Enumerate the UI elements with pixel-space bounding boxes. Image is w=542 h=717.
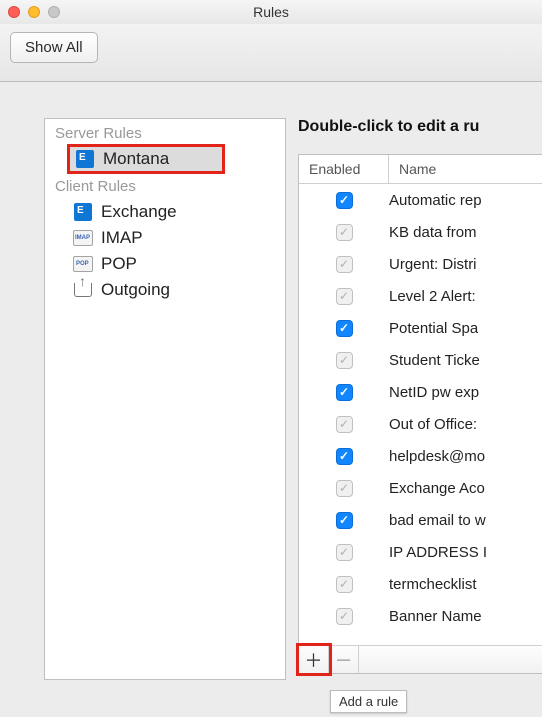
rule-name: termchecklist bbox=[389, 576, 477, 593]
rule-enabled-checkbox[interactable] bbox=[336, 352, 353, 369]
rule-name: KB data from bbox=[389, 224, 477, 241]
rule-name: Banner Name bbox=[389, 608, 482, 625]
rule-enabled-checkbox[interactable] bbox=[336, 480, 353, 497]
rule-enabled-checkbox[interactable] bbox=[336, 256, 353, 273]
rule-enabled-checkbox[interactable] bbox=[336, 416, 353, 433]
rule-row[interactable]: termchecklist bbox=[299, 568, 542, 600]
rule-name: NetID pw exp bbox=[389, 384, 479, 401]
exchange-icon bbox=[75, 149, 95, 169]
sidebar-section-client: Client Rules bbox=[45, 172, 285, 199]
window-title: Rules bbox=[253, 4, 289, 20]
rule-enabled-checkbox[interactable] bbox=[336, 320, 353, 337]
rule-enabled-checkbox[interactable] bbox=[336, 384, 353, 401]
sidebar-item-montana[interactable]: Montana bbox=[69, 146, 223, 172]
rule-enabled-checkbox[interactable] bbox=[336, 544, 353, 561]
rule-row[interactable]: Urgent: Distri bbox=[299, 248, 542, 280]
sidebar-item-label: Outgoing bbox=[101, 280, 170, 300]
pop-icon bbox=[73, 254, 93, 274]
rule-row[interactable]: IP ADDRESS I bbox=[299, 536, 542, 568]
tooltip-add-rule: Add a rule bbox=[330, 690, 407, 713]
rule-enabled-checkbox[interactable] bbox=[336, 448, 353, 465]
rule-row[interactable]: Student Ticke bbox=[299, 344, 542, 376]
rule-name: Level 2 Alert: bbox=[389, 288, 476, 305]
sidebar-item-label: Montana bbox=[103, 149, 169, 169]
toolbar: Show All bbox=[0, 24, 542, 82]
exchange-icon bbox=[73, 202, 93, 222]
rule-row[interactable]: NetID pw exp bbox=[299, 376, 542, 408]
rule-enabled-checkbox[interactable] bbox=[336, 608, 353, 625]
rule-enabled-checkbox[interactable] bbox=[336, 512, 353, 529]
sidebar-item-label: Exchange bbox=[101, 202, 177, 222]
sidebar-item-outgoing[interactable]: Outgoing bbox=[45, 277, 285, 303]
rules-pane: Double-click to edit a ru Enabled Name A… bbox=[298, 118, 542, 680]
highlight-montana: Montana bbox=[69, 146, 223, 172]
rule-row[interactable]: Level 2 Alert: bbox=[299, 280, 542, 312]
rule-row[interactable]: bad email to w bbox=[299, 504, 542, 536]
col-header-enabled[interactable]: Enabled bbox=[299, 155, 389, 183]
outgoing-icon bbox=[73, 280, 93, 300]
rule-name: Out of Office: bbox=[389, 416, 477, 433]
rule-name: Exchange Aco bbox=[389, 480, 485, 497]
titlebar: Rules bbox=[0, 0, 542, 24]
sidebar-item-label: POP bbox=[101, 254, 137, 274]
col-header-name[interactable]: Name bbox=[389, 155, 542, 183]
rule-name: Automatic rep bbox=[389, 192, 482, 209]
add-rule-button[interactable]: ＋ bbox=[299, 646, 329, 673]
minimize-window-button[interactable] bbox=[28, 6, 40, 18]
rule-name: Potential Spa bbox=[389, 320, 478, 337]
rule-enabled-checkbox[interactable] bbox=[336, 576, 353, 593]
window-controls bbox=[8, 6, 60, 18]
sidebar: Server Rules Montana Client Rules Exchan… bbox=[44, 118, 286, 680]
rules-footer: ＋ － bbox=[299, 645, 542, 673]
content-area: Server Rules Montana Client Rules Exchan… bbox=[0, 82, 542, 680]
zoom-window-button[interactable] bbox=[48, 6, 60, 18]
sidebar-item-label: IMAP bbox=[101, 228, 143, 248]
rule-enabled-checkbox[interactable] bbox=[336, 224, 353, 241]
rule-row[interactable]: Exchange Aco bbox=[299, 472, 542, 504]
rule-name: Student Ticke bbox=[389, 352, 480, 369]
sidebar-section-server: Server Rules bbox=[45, 119, 285, 146]
show-all-button[interactable]: Show All bbox=[10, 32, 98, 63]
remove-rule-button[interactable]: － bbox=[329, 646, 359, 673]
rule-row[interactable]: helpdesk@mo bbox=[299, 440, 542, 472]
sidebar-item-imap[interactable]: IMAP bbox=[45, 225, 285, 251]
imap-icon bbox=[73, 228, 93, 248]
instruction-text: Double-click to edit a ru bbox=[298, 118, 542, 136]
rules-header: Enabled Name bbox=[299, 155, 542, 184]
rule-name: Urgent: Distri bbox=[389, 256, 477, 273]
rule-row[interactable]: Potential Spa bbox=[299, 312, 542, 344]
sidebar-item-exchange[interactable]: Exchange bbox=[45, 199, 285, 225]
rule-name: helpdesk@mo bbox=[389, 448, 485, 465]
rules-list: Automatic rep KB data from Urgent: Distri L… bbox=[299, 184, 542, 645]
rule-name: bad email to w bbox=[389, 512, 486, 529]
rule-enabled-checkbox[interactable] bbox=[336, 192, 353, 209]
close-window-button[interactable] bbox=[8, 6, 20, 18]
rule-row[interactable]: Automatic rep bbox=[299, 184, 542, 216]
rule-row[interactable]: KB data from bbox=[299, 216, 542, 248]
rule-row[interactable]: Out of Office: bbox=[299, 408, 542, 440]
rules-panel: Enabled Name Automatic rep KB data from Ur… bbox=[298, 154, 542, 674]
rule-name: IP ADDRESS I bbox=[389, 544, 487, 561]
rule-row[interactable]: Banner Name bbox=[299, 600, 542, 632]
rule-enabled-checkbox[interactable] bbox=[336, 288, 353, 305]
